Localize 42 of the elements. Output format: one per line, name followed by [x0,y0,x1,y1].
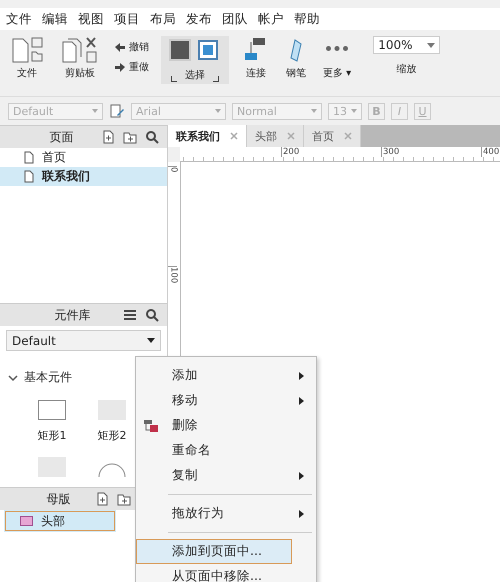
menu-item[interactable]: 布局 [150,10,176,28]
menu-item[interactable]: 文件 [6,10,32,28]
menu-option[interactable]: 从页面中移除... [136,564,316,582]
page-item[interactable]: 联系我们 [0,167,167,186]
document-tab[interactable]: 头部 [247,125,304,147]
panel-title: 页面 [48,128,74,146]
redo-button[interactable]: 重做 [114,60,149,74]
menu-item[interactable]: 帮助 [294,10,320,28]
ruler-number: 100 [168,266,178,284]
document-tab[interactable]: 联系我们 [168,125,247,147]
library-dropdown[interactable]: Default [6,330,161,351]
undo-button[interactable]: 撤销 [114,40,149,54]
widget-label: 矩形2 [98,428,126,443]
more-button[interactable]: 更多 ▾ [321,36,354,80]
menu-item[interactable]: 编辑 [42,10,68,28]
menu-option[interactable]: 删除 [136,413,316,438]
menu-option[interactable]: 添加到页面中... [136,539,292,564]
ruler-number: 200 [281,147,300,157]
menu-item[interactable]: 发布 [186,10,212,28]
select-button[interactable]: 选择 [161,36,229,84]
menu-option[interactable]: 复制 [136,463,316,488]
menu-item[interactable]: 视图 [78,10,104,28]
menu-item[interactable]: 项目 [114,10,140,28]
document-tab[interactable]: 首页 [304,125,361,147]
connect-button[interactable]: 连接 [241,36,271,80]
master-item[interactable]: 头部 [4,510,116,532]
widget-label: 矩形1 [38,428,66,443]
panel-title: 母版 [46,490,72,508]
zoom-label: 缩放 [396,62,416,76]
clipboard-button[interactable]: 剪贴板 [58,36,102,80]
menu-option[interactable]: 拖放行为 [136,501,316,526]
file-button[interactable]: 文件 [8,36,46,80]
page-item[interactable]: 首页 [0,148,167,167]
pen-button[interactable]: 钢笔 [283,36,309,80]
panel-title: 元件库 [54,306,92,324]
ruler-number: 400 [481,147,500,157]
ruler-number: 0 [168,166,178,172]
ruler-number: 300 [381,147,400,157]
zoom-dropdown[interactable]: 100% [373,36,440,54]
menu-option[interactable]: 重命名 [136,438,316,463]
menu-item[interactable]: 帐户 [258,10,284,28]
menu-item[interactable]: 团队 [222,10,248,28]
